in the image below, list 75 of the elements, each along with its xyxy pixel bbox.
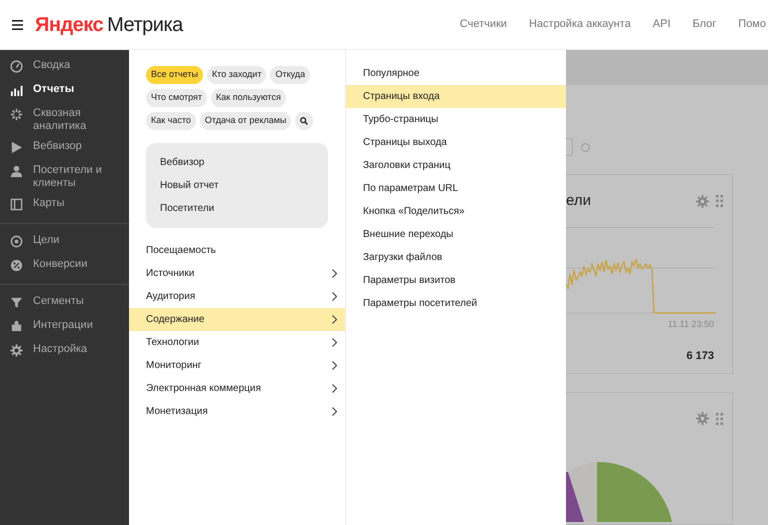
submenu-item[interactable]: Параметры визитов [346,269,566,292]
time-label: 11.11 23:50 [668,318,714,332]
menu-item[interactable]: Содержание [129,308,345,331]
search-icon [300,117,308,125]
submenu-item[interactable]: По параметрам URL [346,177,566,200]
filter-chip[interactable]: Как часто [146,112,196,130]
drag-handle-icon[interactable] [716,412,723,424]
submenu-item[interactable]: Параметры посетителей [346,292,566,315]
sidebar-item[interactable]: Интеграции [0,318,129,336]
chevron-right-icon [332,338,337,347]
burst-icon [10,108,23,121]
menu-item[interactable]: Источники [129,262,345,285]
quick-link[interactable]: Новый отчет [160,174,219,197]
quick-link[interactable]: Вебвизор [160,151,204,174]
settings-icon[interactable] [696,412,709,425]
submenu-item[interactable]: Страницы выхода [346,131,566,154]
menu-item[interactable]: Электронная коммерция [129,377,345,400]
chevron-right-icon [332,292,337,301]
sidebar-item[interactable]: Сводка [0,58,129,76]
menu-item[interactable]: Посещаемость [129,239,345,262]
puzzle-icon [10,320,23,333]
sidebar-item[interactable]: Отчеты [0,82,129,100]
person-icon [10,165,23,178]
target-icon [10,235,23,248]
settings-icon [10,344,23,357]
menu-item[interactable]: Мониторинг [129,354,345,377]
submenu-item[interactable]: Внешние переходы [346,223,566,246]
widget-title: ели [566,191,591,211]
menu-item[interactable]: Монетизация [129,400,345,423]
nav-link[interactable]: Счетчики [460,16,507,33]
sidebar-item[interactable]: Посетители и клиенты [0,163,129,190]
sidebar-item[interactable]: Сквозная аналитика [0,106,129,133]
quick-link[interactable]: Посетители [160,197,214,220]
play-icon [10,141,23,154]
percent-icon [10,259,23,272]
sidebar-item[interactable]: Вебвизор [0,139,129,157]
chevron-right-icon [332,269,337,278]
gauge-icon [10,60,23,73]
chevron-right-icon [332,407,337,416]
drag-handle-icon[interactable] [716,195,723,208]
filter-chip[interactable]: Что смотрят [146,89,208,107]
bar-chart-icon [10,84,23,97]
input-field[interactable] [566,138,573,156]
chevron-right-icon [332,384,337,393]
filter-chip[interactable]: Все отчеты [146,66,203,84]
filter-icon [10,296,23,309]
sidebar-item[interactable]: Настройка [0,342,129,360]
settings-icon[interactable] [696,194,709,208]
menu-icon[interactable] [12,20,23,30]
nav-link[interactable]: Помо [738,16,766,33]
total-value: 6 173 [686,348,714,364]
chevron-right-icon [332,315,337,324]
sidebar-item[interactable]: Цели [0,233,129,251]
logo[interactable]: Яндекс Метрика [35,10,183,40]
chevron-right-icon [332,361,337,370]
sidebar-item[interactable]: Карты [0,196,129,214]
filter-chip[interactable]: Отдача от рекламы [200,112,292,130]
nav-link[interactable]: API [652,16,670,33]
sidebar-item[interactable]: Конверсии [0,257,129,275]
filter-chip[interactable]: Откуда [270,66,310,84]
map-icon [10,198,23,211]
menu-item[interactable]: Аудитория [129,285,345,308]
submenu-item[interactable]: Страницы входа [346,85,566,108]
nav-link[interactable]: Настройка аккаунта [528,16,631,33]
nav-link[interactable]: Блог [692,16,716,33]
submenu-item[interactable]: Кнопка «Поделиться» [346,200,566,223]
submenu-item[interactable]: Загрузки файлов [346,246,566,269]
menu-item[interactable]: Технологии [129,331,345,354]
submenu-item[interactable]: Турбо-страницы [346,108,566,131]
filter-chip[interactable]: Как пользуются [211,89,286,107]
filter-chip[interactable]: Кто заходит [206,66,266,84]
submenu-item[interactable]: Популярное [346,62,566,85]
search-button[interactable] [295,112,314,130]
sidebar-item[interactable]: Сегменты [0,294,129,312]
submenu-item[interactable]: Заголовки страниц [346,154,566,177]
